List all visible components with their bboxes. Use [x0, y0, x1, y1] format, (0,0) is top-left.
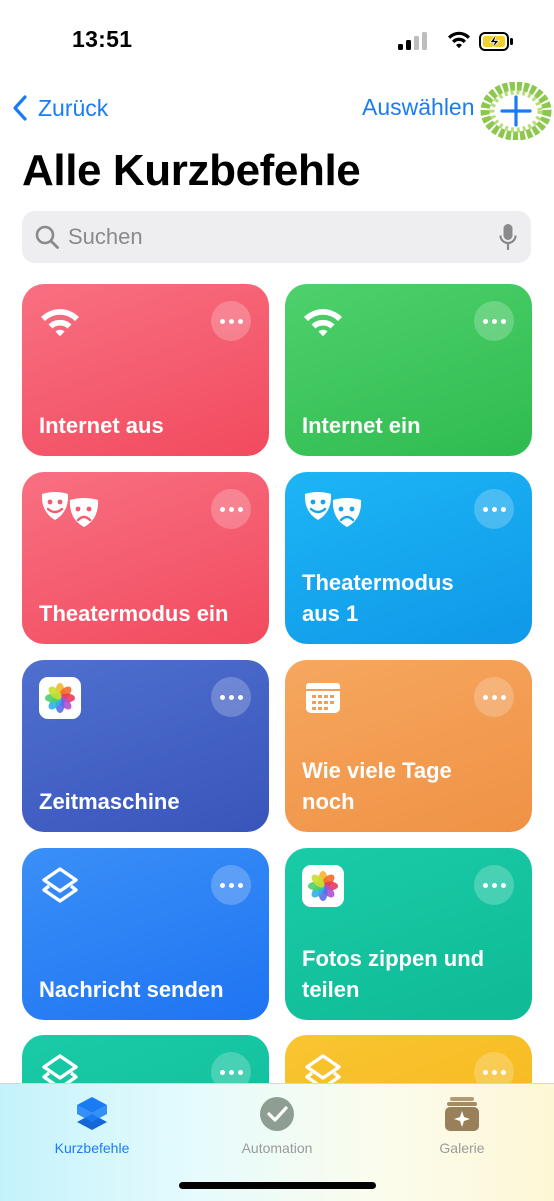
cellular-signal-icon	[398, 32, 427, 50]
back-button[interactable]: Zurück	[12, 93, 108, 123]
clock-checkmark-icon	[207, 1092, 347, 1136]
shortcut-label: Theatermodus aus 1	[302, 570, 454, 626]
navigation-bar: Zurück Auswählen	[0, 80, 554, 140]
tab-automation[interactable]: Automation	[207, 1092, 347, 1156]
back-label: Zurück	[38, 94, 109, 121]
shortcuts-layers-icon	[39, 865, 81, 907]
shortcut-tile-theatermodus-ein[interactable]: Theatermodus ein	[22, 472, 269, 644]
chevron-left-icon	[13, 95, 27, 121]
calendar-icon	[302, 677, 344, 719]
status-icons	[396, 28, 516, 56]
shortcut-tile-zeitmaschine[interactable]: Zeitmaschine	[22, 660, 269, 832]
battery-icon	[479, 32, 513, 51]
theater-masks-icon	[302, 489, 366, 531]
wifi-icon	[39, 301, 81, 343]
page-title: Alle Kurzbefehle	[22, 146, 361, 195]
select-button[interactable]: Auswählen	[362, 94, 475, 121]
more-options-button[interactable]	[474, 489, 514, 529]
add-shortcut-button[interactable]	[480, 82, 552, 140]
more-options-button[interactable]	[211, 865, 251, 905]
shortcut-tile-fotos-zippen-und-teilen[interactable]: Fotos zippen und teilen	[285, 848, 532, 1020]
shortcut-label: Nachricht senden	[39, 977, 224, 1002]
search-icon	[35, 225, 59, 249]
shortcut-tile-nachricht-senden[interactable]: Nachricht senden	[22, 848, 269, 1020]
more-options-button[interactable]	[474, 301, 514, 341]
more-options-button[interactable]	[211, 489, 251, 529]
shortcut-label: Zeitmaschine	[39, 789, 180, 814]
wifi-status-icon	[448, 31, 470, 49]
home-indicator	[179, 1182, 376, 1189]
shortcut-label: Fotos zippen und teilen	[302, 946, 485, 1002]
tab-label: Kurzbefehle	[54, 1140, 130, 1156]
more-options-button[interactable]	[474, 677, 514, 717]
shortcut-tile-internet-ein[interactable]: Internet ein	[285, 284, 532, 456]
photos-app-icon	[39, 677, 81, 719]
shortcut-tile-internet-aus[interactable]: Internet aus	[22, 284, 269, 456]
tab-label: Galerie	[439, 1140, 485, 1156]
shortcut-tile-theatermodus-aus-1[interactable]: Theatermodus aus 1	[285, 472, 532, 644]
more-options-button[interactable]	[474, 865, 514, 905]
search-input[interactable]	[68, 224, 499, 250]
shortcut-label: Internet aus	[39, 413, 164, 438]
wifi-icon	[302, 301, 344, 343]
search-bar[interactable]	[22, 211, 531, 263]
microphone-icon[interactable]	[499, 223, 517, 251]
photos-app-icon	[302, 865, 344, 907]
tab-shortcuts[interactable]: Kurzbefehle	[22, 1092, 162, 1156]
tab-gallery[interactable]: Galerie	[392, 1092, 532, 1156]
shortcut-tile-wie-viele-tage-noch[interactable]: Wie viele Tage noch	[285, 660, 532, 832]
shortcut-label: Internet ein	[302, 413, 421, 438]
theater-masks-icon	[39, 489, 103, 531]
status-bar: 13:51	[0, 0, 554, 80]
status-time: 13:51	[72, 26, 133, 52]
gallery-sparkle-icon	[392, 1092, 532, 1136]
tab-label: Automation	[241, 1140, 313, 1156]
shortcut-label: Wie viele Tage noch	[302, 758, 452, 814]
more-options-button[interactable]	[211, 301, 251, 341]
more-options-button[interactable]	[211, 677, 251, 717]
plus-icon	[480, 82, 552, 140]
shortcut-label: Theatermodus ein	[39, 601, 229, 626]
shortcuts-layers-icon	[22, 1092, 162, 1136]
